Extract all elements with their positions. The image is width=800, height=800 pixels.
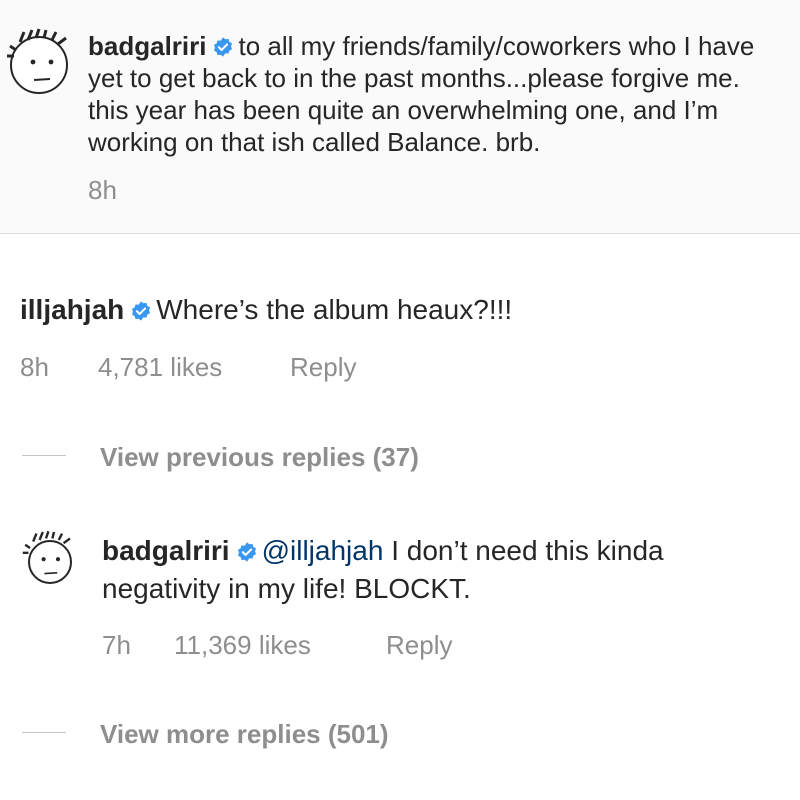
- view-more-replies[interactable]: View more replies (501): [22, 718, 389, 750]
- divider: [0, 233, 800, 234]
- reply-likes[interactable]: 11,369 likes: [174, 629, 386, 661]
- reply-username[interactable]: badgalriri: [102, 535, 230, 566]
- caption-block: badgalriri to all my friends/family/cowor…: [0, 0, 800, 234]
- replies-divider-line: [22, 731, 66, 733]
- comment-body: Where’s the album heaux?!!!: [156, 294, 513, 325]
- verified-badge-icon: [132, 301, 151, 321]
- comment-likes[interactable]: 4,781 likes: [98, 351, 290, 383]
- reply-timestamp: 7h: [102, 630, 131, 660]
- caption-avatar[interactable]: [7, 28, 68, 94]
- reply-reply-button[interactable]: Reply: [386, 629, 452, 661]
- comment-reply-button[interactable]: Reply: [290, 351, 356, 383]
- view-more-replies-label: View more replies (501): [100, 719, 389, 749]
- reply-avatar[interactable]: [22, 530, 72, 584]
- verified-badge-icon: [214, 37, 233, 57]
- view-previous-replies[interactable]: View previous replies (37): [22, 441, 419, 473]
- comment-meta: 8h 4,781 likes Reply: [20, 351, 356, 383]
- view-previous-replies-label: View previous replies (37): [100, 442, 419, 472]
- reply-mention-link[interactable]: @illjahjah: [262, 535, 384, 566]
- replies-divider-line: [22, 454, 66, 456]
- comment-text: illjahjah Where’s the album heaux?!!!: [20, 294, 780, 326]
- caption-username[interactable]: badgalriri: [88, 31, 206, 61]
- verified-badge-icon: [237, 542, 256, 562]
- comment-timestamp: 8h: [20, 352, 49, 382]
- reply-meta: 7h 11,369 likes Reply: [102, 629, 452, 661]
- caption-timestamp: 8h: [88, 175, 117, 205]
- doodle-face-icon: [22, 530, 71, 575]
- caption-text: badgalriri to all my friends/family/cowor…: [88, 30, 778, 158]
- reply-text: badgalriri @illjahjah I don’t need this k…: [102, 532, 772, 608]
- caption-meta: 8h: [88, 174, 117, 206]
- comment-username[interactable]: illjahjah: [20, 294, 124, 325]
- doodle-face-icon: [7, 28, 67, 81]
